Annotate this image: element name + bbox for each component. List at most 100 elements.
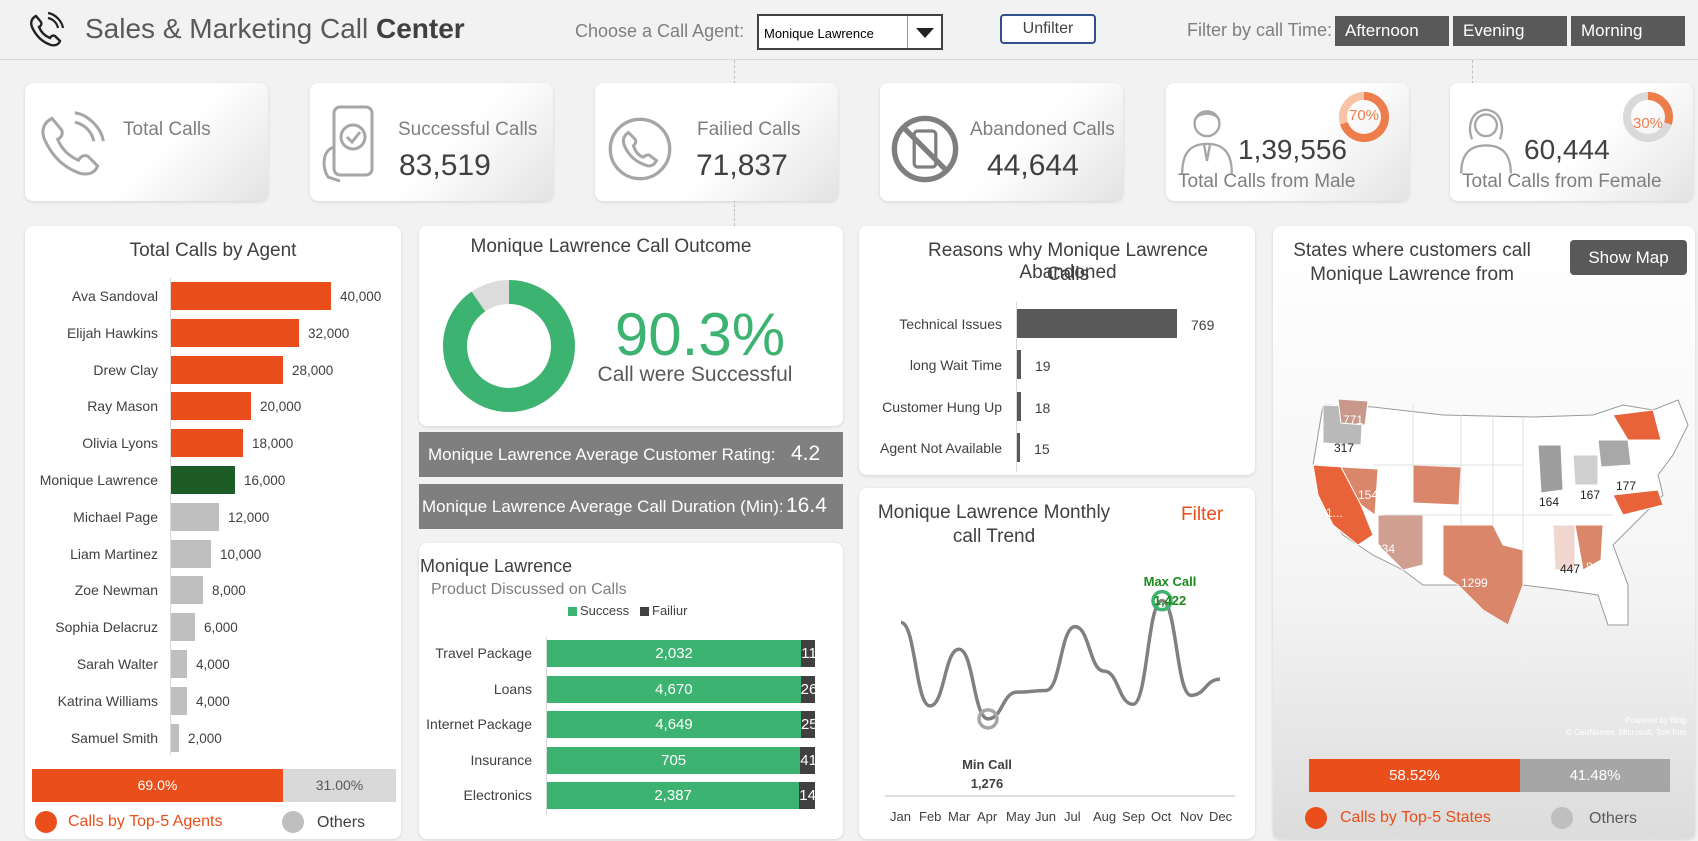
agent-bar — [171, 539, 211, 568]
agent-value: 4,000 — [196, 657, 230, 672]
legend-dot — [35, 811, 57, 833]
agent-name: Sarah Walter — [76, 656, 158, 672]
kpi-successful-calls: Successful Calls 83,519 — [310, 83, 553, 201]
rating-bar: Monique Lawrence Average Customer Rating… — [419, 432, 843, 477]
female-user-icon — [1460, 108, 1512, 174]
chevron-down-icon[interactable] — [907, 16, 941, 48]
product-failure-bar: 110 — [801, 640, 825, 667]
agent-select[interactable]: Monique Lawrence — [757, 14, 943, 50]
agents-top5-bar: 69.0% — [32, 769, 283, 802]
kpi-value: 71,837 — [696, 149, 788, 182]
agents-axis — [170, 278, 171, 755]
agent-value: 16,000 — [244, 473, 286, 488]
kpi-total-calls: Total Calls — [25, 83, 268, 201]
reasons-title-2: Calls — [1046, 264, 1090, 285]
max-call-value: 1,422 — [1153, 593, 1187, 608]
reason-name: Customer Hung Up — [882, 398, 1002, 415]
kpi-value: 60,444 — [1524, 134, 1610, 165]
product-success-bar: 4,670 — [547, 675, 801, 703]
legend-failure: Failiur — [652, 603, 688, 618]
reason-bar — [1017, 309, 1177, 338]
agent-label: Choose a Call Agent: — [575, 21, 745, 41]
state-label: 1... — [1326, 506, 1343, 520]
month-tick-label: Aug — [1093, 809, 1117, 824]
agent-value: 20,000 — [260, 399, 302, 415]
duration-label: Monique Lawrence Average Call Duration (… — [422, 497, 784, 516]
state-label: 1294 — [1420, 503, 1447, 517]
product-failure-bar: 257 — [800, 711, 826, 738]
state-label: 447 — [1560, 562, 1581, 576]
month-tick-label: Oct — [1151, 809, 1172, 824]
kpi-value: 44,644 — [987, 149, 1079, 182]
agent-name: Zoe Newman — [74, 582, 158, 599]
agent-value: 8,000 — [212, 583, 246, 599]
agent-bar — [171, 650, 187, 678]
agent-bar — [171, 613, 195, 642]
agent-name: Elijah Hawkins — [66, 324, 158, 341]
outcome-pct: 90.3% — [614, 301, 786, 368]
state-label: 317 — [1334, 441, 1355, 455]
product-name: Electronics — [463, 787, 532, 803]
month-tick-label: Apr — [977, 809, 998, 824]
agent-value: 40,000 — [340, 289, 382, 304]
rating-label: Monique Lawrence Average Customer Rating… — [428, 445, 776, 464]
agent-value: 10,000 — [220, 546, 262, 562]
states-top5-bar: 58.52% — [1309, 759, 1520, 792]
agent-name: Monique Lawrence — [39, 472, 158, 488]
agent-value: 6,000 — [204, 620, 238, 636]
outcome-donut — [443, 280, 575, 412]
agent-name: Sophia Delacruz — [55, 619, 158, 636]
time-filter-morning[interactable]: Morning — [1571, 16, 1685, 46]
state-label: 817 — [1586, 560, 1607, 574]
male-pct-label: 70% — [1348, 107, 1380, 124]
agent-name: Olivia Lyons — [82, 435, 158, 452]
time-filter-afternoon[interactable]: Afternoon — [1335, 16, 1449, 46]
rating-value: 4.2 — [791, 442, 821, 465]
female-pct-label: 30% — [1632, 115, 1664, 132]
reasons-panel: Reasons why Monique Lawrence Abandoned C… — [859, 226, 1255, 475]
legend-label: Calls by Top-5 Agents — [68, 813, 223, 830]
time-filter-evening[interactable]: Evening — [1453, 16, 1567, 46]
unfilter-button[interactable]: Unfilter — [1000, 14, 1096, 44]
reason-value: 769 — [1191, 317, 1215, 333]
page-title: Sales & Marketing Call Center — [85, 13, 465, 45]
agent-select-value: Monique Lawrence — [764, 26, 874, 41]
kpi-label: Total Calls from Female — [1462, 171, 1662, 192]
kpi-label: Abandoned Calls — [970, 119, 1115, 140]
divider — [1472, 60, 1473, 84]
trend-chart — [885, 589, 1235, 797]
reason-name: Agent Not Available — [880, 439, 1002, 456]
reason-value: 15 — [1034, 440, 1050, 457]
products-axis — [546, 637, 547, 815]
kpi-failed-calls: Failied Calls 71,837 — [595, 83, 838, 201]
legend-label: Others — [1589, 810, 1638, 827]
map-attribution: Powered by Bing — [1625, 716, 1686, 725]
state-label: 167 — [1580, 488, 1601, 502]
legend-success-swatch — [568, 607, 577, 616]
show-map-button[interactable]: Show Map — [1570, 240, 1687, 275]
agent-name: Samuel Smith — [70, 729, 158, 746]
agent-bar — [171, 466, 235, 494]
legend-dot — [282, 811, 304, 833]
male-user-icon — [1181, 110, 1233, 174]
product-success-bar: 2,387 — [547, 782, 800, 809]
states-others-bar: 41.48% — [1520, 759, 1670, 792]
agent-name: Ray Mason — [87, 398, 158, 415]
kpi-female-calls: 30% 60,444 Total Calls from Female — [1450, 83, 1693, 201]
products-title: Monique Lawrence — [420, 556, 573, 576]
month-tick-label: Mar — [948, 809, 971, 824]
duration-value: 16.4 — [786, 494, 827, 517]
agents-panel-title: Total Calls by Agent — [129, 240, 297, 261]
phone-check-icon — [322, 105, 374, 183]
legend-dot — [1305, 807, 1327, 829]
kpi-abandoned-calls: Abandoned Calls 44,644 — [880, 83, 1123, 201]
product-failure-bar: 149 — [799, 782, 824, 809]
states-title-2: Monique Lawrence from — [1310, 264, 1514, 285]
reason-value: 18 — [1034, 399, 1051, 416]
agent-name: Liam Martinez — [70, 545, 158, 562]
month-tick-label: Jan — [890, 809, 911, 824]
kpi-label: Successful Calls — [398, 119, 538, 140]
phone-logo-icon — [30, 11, 65, 47]
product-name: Internet Package — [426, 716, 532, 732]
divider — [734, 60, 735, 84]
